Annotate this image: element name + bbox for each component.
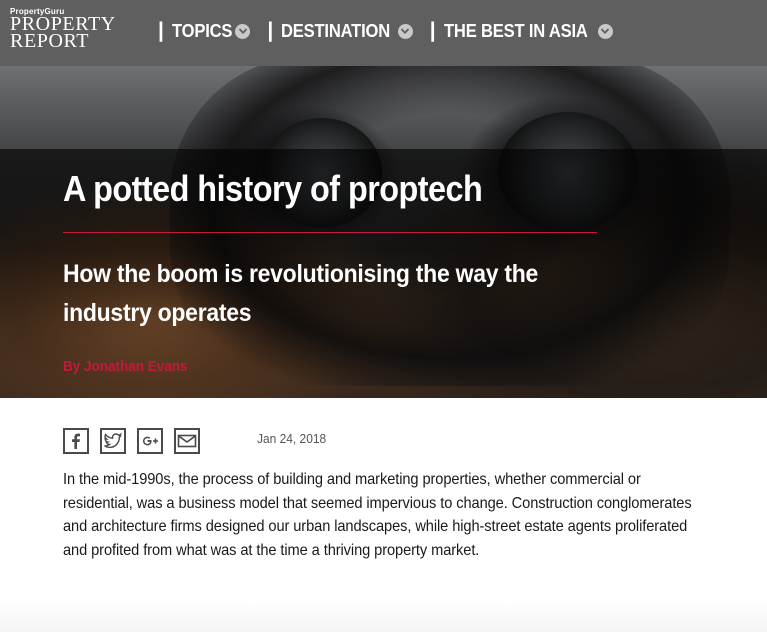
article-intro-paragraph: In the mid-1990s, the process of buildin… [63, 471, 692, 559]
logo-line-2: REPORT [10, 30, 90, 52]
chevron-down-icon[interactable] [235, 23, 251, 39]
email-icon[interactable] [174, 428, 200, 454]
facebook-icon[interactable] [63, 428, 89, 454]
nav-item-best-in-asia[interactable]: | THE BEST IN ASIA [430, 19, 613, 43]
chevron-down-icon[interactable] [597, 23, 613, 39]
nav-label-destination: DESTINATION [281, 21, 391, 41]
nav-item-topics[interactable]: | TOPICS [158, 19, 251, 43]
google-plus-icon[interactable] [137, 428, 163, 454]
article-title: A potted history of proptech [63, 168, 483, 209]
twitter-icon[interactable] [100, 428, 126, 454]
article-subtitle: How the boom is revolutionising the way … [63, 260, 539, 327]
main-nav: | TOPICS | DESTINATION | THE BEST IN ASI… [158, 19, 630, 43]
chevron-down-icon[interactable] [397, 23, 413, 39]
hero-banner: A potted history of proptech How the boo… [0, 66, 767, 398]
share-buttons [63, 428, 211, 454]
page-bottom-fade [0, 600, 767, 632]
property-report-logo[interactable]: PropertyGuru PROPERTY REPORT [10, 7, 116, 52]
author-byline[interactable]: By Jonathan Evans [63, 358, 188, 376]
nav-separator: | [267, 19, 274, 42]
title-divider [63, 232, 597, 233]
site-header: PropertyGuru PROPERTY REPORT | TOPICS | … [0, 0, 767, 66]
nav-label-topics: TOPICS [171, 21, 233, 41]
nav-item-destination[interactable]: | DESTINATION [267, 19, 413, 43]
nav-label-best-in-asia: THE BEST IN ASIA [443, 21, 588, 41]
publish-date: Jan 24, 2018 [257, 431, 327, 446]
nav-separator: | [158, 19, 164, 42]
nav-separator: | [429, 19, 436, 42]
